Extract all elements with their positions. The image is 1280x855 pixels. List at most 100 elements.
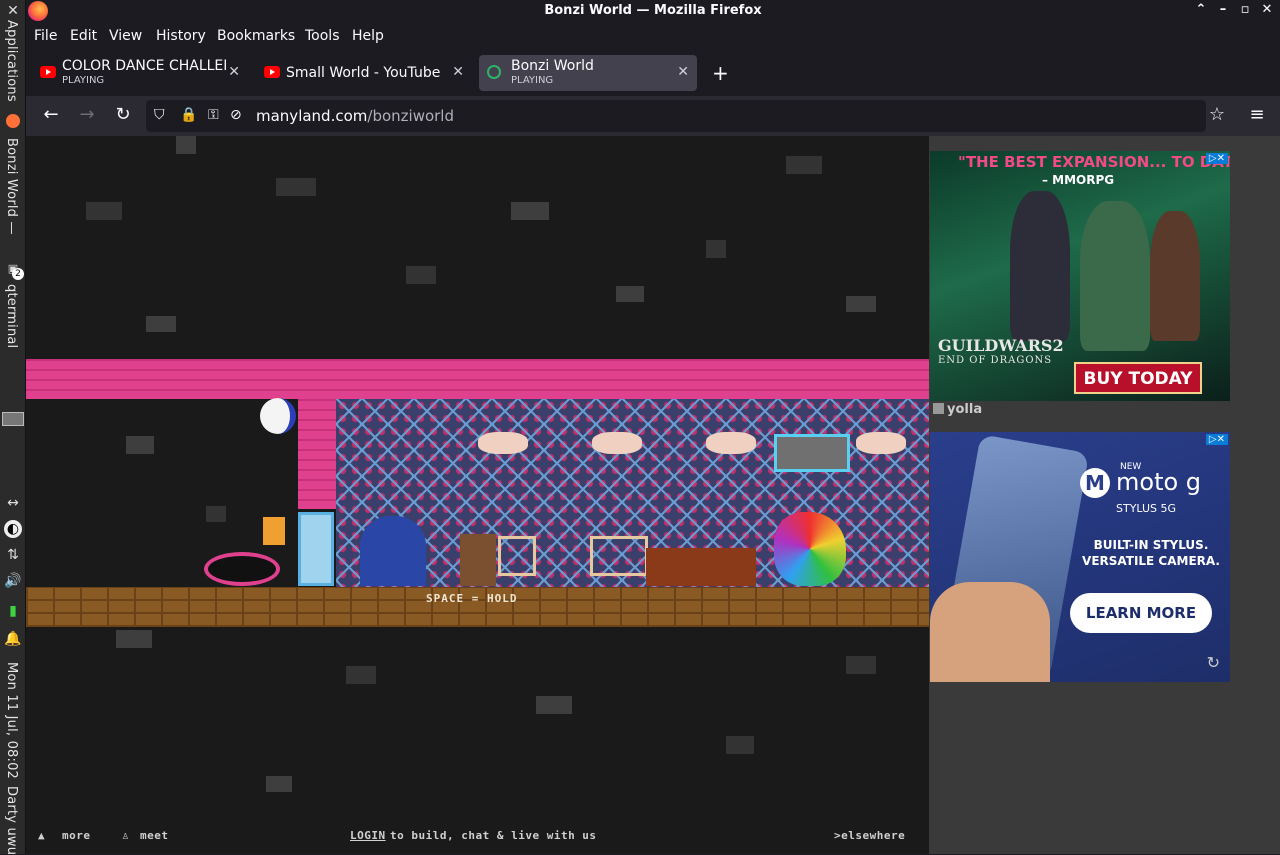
system-taskbar: ✕ Applications Bonzi World — ▣ 2 qtermin…	[0, 0, 26, 855]
meet-link[interactable]: meet	[140, 829, 169, 842]
elsewhere-link[interactable]: >elsewhere	[834, 829, 905, 842]
learn-more-button[interactable]: LEARN MORE	[1070, 593, 1212, 633]
bg-stone	[346, 666, 376, 684]
bg-stone	[846, 656, 876, 674]
volume-icon[interactable]: 🔊	[4, 572, 22, 590]
buy-today-button[interactable]: BUY TODAY	[1074, 362, 1202, 394]
menu-file[interactable]: File	[34, 28, 57, 44]
game-canvas[interactable]: SPACE = HOLD ▲ more ♙ meet LOGIN to buil…	[26, 136, 929, 854]
window-shade-button[interactable]: ⌃	[1192, 2, 1210, 17]
bg-stone	[86, 202, 122, 220]
pink-brick-wall	[26, 359, 929, 399]
menu-view[interactable]: View	[109, 28, 142, 44]
youtube-icon	[40, 66, 56, 78]
back-arrow-icon[interactable]: ←	[40, 104, 62, 125]
tab-close-icon[interactable]: ✕	[228, 64, 240, 80]
menu-bar: File Edit View History Bookmarks Tools H…	[26, 24, 1280, 50]
ad-character-image	[1150, 211, 1200, 341]
permissions-icon[interactable]: ⚿	[208, 107, 219, 123]
crib-sprite[interactable]	[498, 536, 536, 576]
new-tab-button[interactable]: +	[712, 61, 729, 85]
logo-subtitle: END OF DRAGONS	[938, 355, 1053, 366]
menu-bookmarks[interactable]: Bookmarks	[217, 28, 295, 44]
crib-sprite[interactable]	[590, 536, 648, 576]
adchoices-icon[interactable]: ▷✕	[1205, 153, 1228, 164]
hamburger-menu-icon[interactable]: ≡	[1246, 104, 1268, 125]
steam-icon[interactable]: ◐	[4, 520, 22, 538]
ad-column: "THE BEST EXPANSION... TO DATE" – MMORPG…	[929, 136, 1280, 854]
brand-name: moto g	[1116, 468, 1202, 496]
desktop-icon[interactable]	[2, 412, 24, 426]
more-icon[interactable]: ▲	[38, 829, 45, 842]
tab-close-icon[interactable]: ✕	[677, 64, 689, 80]
window-close-button[interactable]: ✕	[1258, 2, 1276, 17]
shield-icon[interactable]: ⛉	[154, 107, 165, 123]
blue-dress-sprite[interactable]	[360, 516, 426, 586]
url-text[interactable]: manyland.com/bonziworld	[256, 107, 454, 125]
applications-label[interactable]: Applications	[4, 20, 19, 102]
transfer-icon[interactable]: ⇅	[4, 546, 22, 564]
bg-stone	[276, 178, 316, 196]
autoplay-blocked-icon[interactable]: ⊘	[230, 107, 242, 123]
manyland-icon	[487, 65, 501, 79]
notification-bell-icon[interactable]: 🔔	[4, 630, 22, 648]
ball-pit-sprite[interactable]	[646, 548, 756, 586]
network-arrows-icon[interactable]: ↔	[4, 494, 22, 512]
pink-bowl-sprite[interactable]	[204, 552, 280, 586]
bg-stone	[536, 696, 572, 714]
adchoices-icon[interactable]: ▷✕	[1205, 434, 1228, 445]
forward-arrow-icon[interactable]: →	[76, 104, 98, 125]
bookmark-star-icon[interactable]: ☆	[1206, 104, 1228, 125]
clock[interactable]: Mon 11 Jul, 08:02	[4, 662, 19, 779]
moon-sprite[interactable]	[260, 398, 296, 434]
bow-decoration-sprite	[592, 432, 642, 454]
window-minimize-button[interactable]: –	[1214, 2, 1232, 17]
tab-bonzi-world[interactable]: Bonzi World PLAYING ✕	[479, 55, 697, 91]
moto-brand: Mmoto g	[1080, 468, 1201, 498]
tab-small-world[interactable]: Small World - YouTube ✕	[254, 55, 472, 91]
bg-stone	[726, 736, 754, 754]
applications-menu-icon[interactable]: ✕	[4, 2, 22, 20]
tab-color-dance[interactable]: COLOR DANCE CHALLENG PLAYING ✕	[30, 55, 248, 91]
login-tagline: to build, chat & live with us	[390, 829, 597, 842]
battery-icon[interactable]: ▮	[4, 602, 22, 620]
tab-close-icon[interactable]: ✕	[452, 64, 464, 80]
bg-stone	[126, 436, 154, 454]
cat-sprite[interactable]	[263, 517, 285, 545]
meet-icon[interactable]: ♙	[122, 829, 129, 842]
more-link[interactable]: more	[62, 829, 91, 842]
reload-icon[interactable]: ↻	[112, 104, 134, 125]
ad-network-name: yolla	[947, 402, 983, 417]
bow-decoration-sprite	[856, 432, 906, 454]
window-title: Bonzi World — Mozilla Firefox	[544, 3, 762, 18]
moto-g-ad[interactable]: NEW Mmoto g STYLUS 5G BUILT-IN STYLUS. V…	[930, 432, 1230, 682]
terminal-badge: 2	[12, 268, 24, 280]
bow-decoration-sprite	[706, 432, 756, 454]
wall-screen-sprite[interactable]	[774, 434, 850, 472]
tab-playing-label: PLAYING	[511, 75, 554, 86]
task-terminal[interactable]: qterminal	[4, 284, 19, 348]
window-maximize-button[interactable]: ▫	[1236, 2, 1254, 17]
menu-help[interactable]: Help	[352, 28, 384, 44]
task-firefox[interactable]: Bonzi World —	[4, 138, 19, 235]
bg-stone	[846, 296, 876, 312]
youtube-icon	[264, 66, 280, 78]
bg-stone	[206, 506, 226, 522]
guildwars-ad[interactable]: "THE BEST EXPANSION... TO DATE" – MMORPG…	[930, 151, 1230, 401]
bg-stone	[706, 240, 726, 258]
ad-copy-line1: BUILT-IN STYLUS.	[1093, 538, 1209, 552]
lock-icon[interactable]: 🔒	[180, 107, 197, 123]
firefox-task-icon[interactable]	[6, 114, 20, 128]
refresh-icon[interactable]: ↻	[1207, 653, 1220, 672]
menu-tools[interactable]: Tools	[305, 28, 340, 44]
login-link[interactable]: LOGIN	[350, 829, 386, 842]
mirror-sprite[interactable]	[298, 512, 334, 586]
rainbow-gem-sprite[interactable]	[774, 512, 846, 586]
title-bar: Bonzi World — Mozilla Firefox ⌃ – ▫ ✕	[26, 0, 1280, 24]
menu-history[interactable]: History	[156, 28, 206, 44]
bg-stone	[786, 156, 822, 174]
player-character-sprite[interactable]	[460, 534, 496, 586]
url-bar[interactable]: ⛉ 🔒 ⚿ ⊘ manyland.com/bonziworld	[146, 100, 1206, 132]
ad-network-label[interactable]: yolla	[933, 402, 982, 417]
menu-edit[interactable]: Edit	[70, 28, 97, 44]
